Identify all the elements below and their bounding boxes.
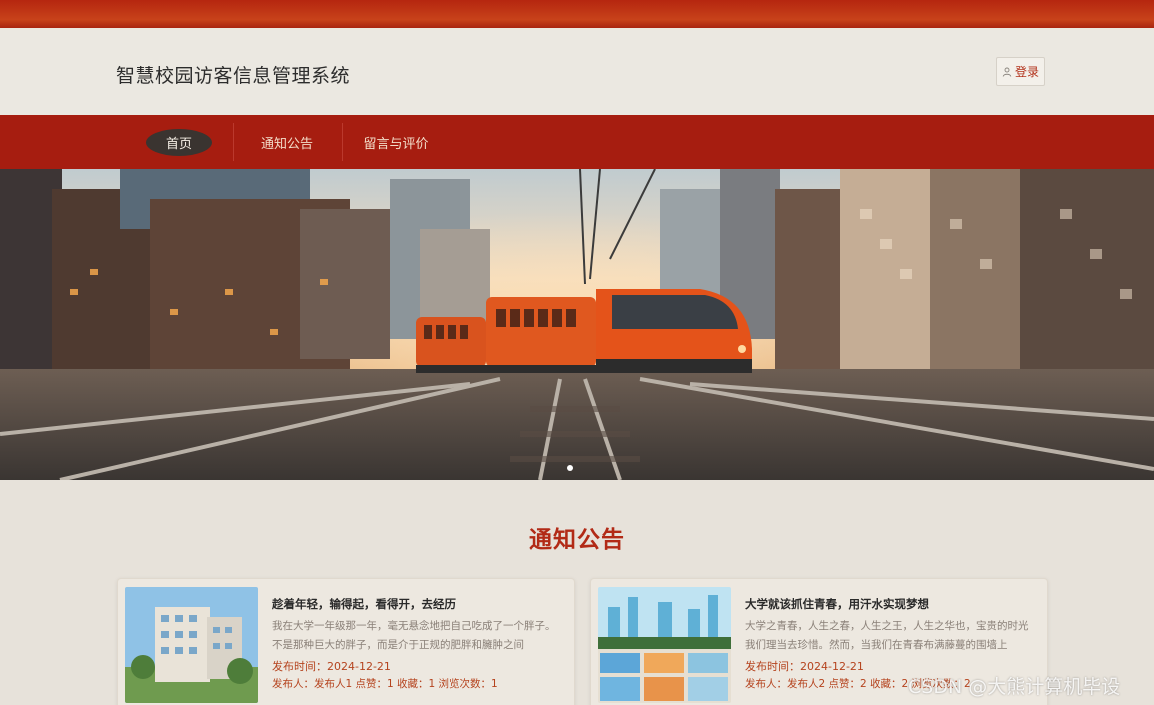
login-button[interactable]: 登录 (996, 57, 1045, 86)
top-strip (0, 0, 1154, 28)
notice-title[interactable]: 大学就该抓住青春，用汗水实现梦想 (745, 596, 929, 612)
banner-image (0, 169, 1154, 480)
nav-divider (233, 123, 234, 161)
notice-date: 发布时间：2024-12-21 (745, 658, 864, 674)
nav-item-label: 留言与评价 (363, 136, 429, 152)
notice-date-value: 2024-12-21 (800, 660, 864, 673)
login-label: 登录 (1014, 65, 1039, 79)
nav-item-home[interactable]: 首页 (135, 115, 223, 169)
notice-card[interactable]: 趁着年轻，输得起，看得开，去经历 我在大学一年级那一年，毫无悬念地把自己吃成了一… (117, 578, 575, 705)
notice-date-value: 2024-12-21 (327, 660, 391, 673)
notice-thumbnail (125, 587, 258, 703)
header: 智慧校园访客信息管理系统 登录 (0, 28, 1154, 115)
nav-divider (342, 123, 343, 161)
main-nav: 首页 通知公告 留言与评价 (0, 115, 1154, 169)
notice-thumbnail (598, 587, 731, 703)
notice-title[interactable]: 趁着年轻，输得起，看得开，去经历 (272, 596, 456, 612)
nav-item-messages[interactable]: 留言与评价 (352, 115, 440, 169)
notice-date: 发布时间：2024-12-21 (272, 658, 391, 674)
nav-item-label: 通知公告 (260, 136, 313, 152)
nav-item-notices[interactable]: 通知公告 (243, 115, 331, 169)
notice-date-label: 发布时间： (272, 660, 327, 673)
notice-description: 我在大学一年级那一年，毫无悬念地把自己吃成了一个胖子。不是那种巨大的胖子，而是介… (272, 620, 556, 651)
watermark: CSDN @大熊计算机毕设 (908, 676, 1121, 698)
notice-meta: 发布人：发布人1 点赞：1 收藏：1 浏览次数：1 (272, 678, 498, 690)
site-title: 智慧校园访客信息管理系统 (116, 65, 351, 87)
notice-description: 大学之青春，人生之春，人生之王，人生之华也，宝贵的时光我们理当去珍惜。然而，当我… (745, 620, 1029, 651)
notice-date-label: 发布时间： (745, 660, 800, 673)
banner-carousel[interactable] (0, 169, 1154, 480)
carousel-indicator-dot[interactable] (567, 465, 573, 471)
nav-item-label: 首页 (145, 128, 212, 156)
user-icon (1002, 67, 1012, 77)
section-title-notices: 通知公告 (529, 527, 625, 553)
